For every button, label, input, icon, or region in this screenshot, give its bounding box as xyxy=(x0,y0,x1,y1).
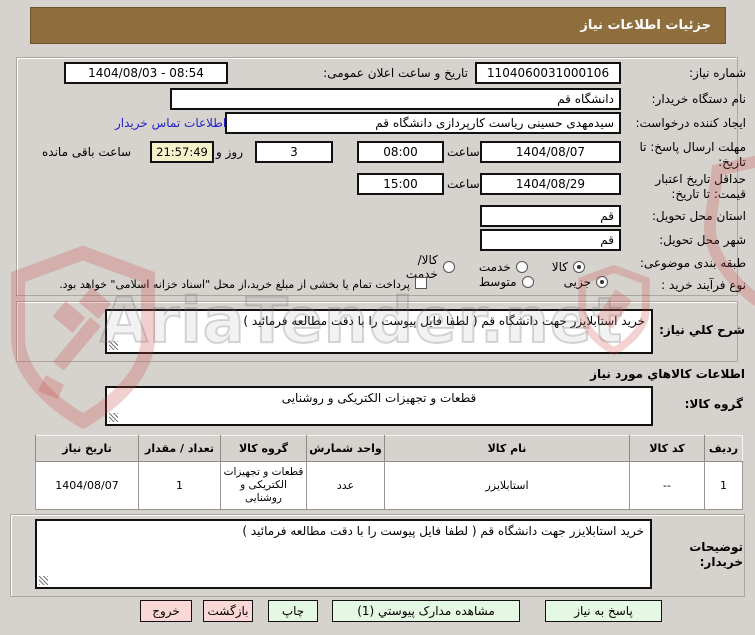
validity-time-field[interactable]: 15:00 xyxy=(357,173,444,195)
goods-group-text: قطعات و تجهیزات الکتریکی و روشنایی xyxy=(281,391,477,405)
back-button[interactable]: بازگشت xyxy=(203,600,253,622)
radio-icon[interactable] xyxy=(515,261,528,273)
goods-group-label: گروه کالا: xyxy=(684,397,743,411)
page-title-bar: جزئیات اطلاعات نیاز xyxy=(30,7,726,44)
buyer-notes-label: توضیحات خریدار: xyxy=(689,540,743,569)
print-button[interactable]: چاپ xyxy=(268,600,318,622)
cell-goods-group: قطعات و تجهیزات الکتریکی و روشنایی xyxy=(220,461,307,510)
radio-icon[interactable] xyxy=(521,276,534,288)
province-label: استان محل تحویل: xyxy=(651,209,746,223)
cell-goods-code: -- xyxy=(629,461,705,510)
category-option-label: خدمت xyxy=(478,260,511,274)
col-quantity: تعداد / مقدار xyxy=(138,435,221,462)
process-option-label: متوسط xyxy=(478,275,517,289)
category-option-goods[interactable]: کالا xyxy=(552,260,585,274)
deadline-hour-label: ساعت xyxy=(447,145,480,159)
creator-label: ایجاد کننده درخواست: xyxy=(635,116,746,130)
price-validity-label: حداقل تاریخ اعتبار قیمت: تا تاریخ: xyxy=(655,172,746,201)
time-left-field: 21:57:49 xyxy=(150,141,214,163)
respond-to-need-button[interactable]: پاسخ به نیاز xyxy=(545,600,662,622)
process-radio-group: جزیی متوسط xyxy=(448,275,608,289)
category-option-service[interactable]: خدمت xyxy=(479,260,528,274)
buyer-contact-link[interactable]: اطلاعات تماس خریدار xyxy=(115,116,226,130)
col-goods-code: کد کالا xyxy=(629,435,705,462)
goods-table: ردیف کد کالا نام کالا واحد شمارش گروه کا… xyxy=(35,435,743,510)
radio-selected-icon[interactable] xyxy=(596,276,608,288)
city-label: شهر محل تحویل: xyxy=(659,233,746,247)
col-need-date: تاریخ نیاز xyxy=(35,435,139,462)
process-option-medium[interactable]: متوسط xyxy=(479,275,534,289)
province-field[interactable]: قم xyxy=(480,205,621,227)
col-unit: واحد شمارش xyxy=(306,435,385,462)
announce-datetime-label: تاریخ و ساعت اعلان عمومی: xyxy=(323,66,468,80)
creator-field[interactable]: سیدمهدی حسینی ریاست کارپردازی دانشگاه قم xyxy=(225,112,621,134)
resize-handle-icon[interactable] xyxy=(109,341,118,350)
days-left-field: 3 xyxy=(255,141,333,163)
validity-date-field[interactable]: 1404/08/29 xyxy=(480,173,621,195)
buyer-notes-text: خرید استابلایزر جهت دانشگاه قم ( لطفا فا… xyxy=(242,524,644,538)
treasury-checkbox[interactable] xyxy=(415,277,427,289)
col-goods-name: نام کالا xyxy=(384,435,630,462)
exit-button[interactable]: خروج xyxy=(140,600,192,622)
need-number-label: شماره نیاز: xyxy=(689,66,746,80)
radio-selected-icon[interactable] xyxy=(573,261,585,273)
resize-handle-icon[interactable] xyxy=(109,413,118,422)
category-option-label: کالا xyxy=(551,260,568,274)
cell-goods-name: استابلایزر xyxy=(384,461,630,510)
cell-row-number: 1 xyxy=(704,461,743,510)
need-details-window: { "title": "جزئیات اطلاعات نیاز", "water… xyxy=(0,0,755,635)
cell-quantity: 1 xyxy=(138,461,221,510)
goods-table-header: ردیف کد کالا نام کالا واحد شمارش گروه کا… xyxy=(35,435,743,462)
city-field[interactable]: قم xyxy=(480,229,621,251)
deadline-date-field[interactable]: 1404/08/07 xyxy=(480,141,621,163)
buyer-org-label: نام دستگاه خریدار: xyxy=(651,92,747,106)
general-desc-label: شرح کلي نیاز: xyxy=(659,323,745,337)
process-option-minor[interactable]: جزیی xyxy=(564,275,608,289)
general-desc-textarea[interactable]: خرید استابلایزر جهت دانشگاه قم ( لطفا فا… xyxy=(105,309,653,354)
cell-unit: عدد xyxy=(306,461,385,510)
remaining-label: ساعت باقی مانده xyxy=(42,145,132,159)
goods-section-header: اطلاعات کالاهاي مورد نياز xyxy=(590,367,745,381)
col-row-number: ردیف xyxy=(704,435,743,462)
need-number-field[interactable]: 1104060031000106 xyxy=(475,62,621,84)
view-attachments-button[interactable]: مشاهده مدارک پیوستي (1) xyxy=(332,600,520,622)
process-option-label: جزیی xyxy=(563,275,591,289)
goods-group-field[interactable]: قطعات و تجهیزات الکتریکی و روشنایی xyxy=(105,386,653,426)
response-deadline-label: مهلت ارسال پاسخ: تا تاریخ: xyxy=(639,140,746,169)
treasury-note-label: پرداخت تمام یا بخشی از مبلغ خرید،از محل … xyxy=(59,278,410,291)
days-and-label: روز و xyxy=(216,145,243,159)
announce-datetime-field[interactable]: 1404/08/03 - 08:54 xyxy=(64,62,228,84)
deadline-time-field[interactable]: 08:00 xyxy=(357,141,444,163)
validity-hour-label: ساعت xyxy=(447,177,480,191)
category-label: طبقه بندی موضوعی: xyxy=(639,256,746,270)
buyer-notes-textarea[interactable]: خرید استابلایزر جهت دانشگاه قم ( لطفا فا… xyxy=(35,519,652,589)
table-row: 1 -- استابلایزر عدد قطعات و تجهیزات الکت… xyxy=(35,461,743,510)
buyer-org-field[interactable]: دانشگاه قم xyxy=(170,88,621,110)
page-title: جزئیات اطلاعات نیاز xyxy=(580,18,711,33)
resize-handle-icon[interactable] xyxy=(39,576,48,585)
general-desc-text: خرید استابلایزر جهت دانشگاه قم ( لطفا فا… xyxy=(243,314,645,328)
process-type-label: نوع فرآیند خرید : xyxy=(661,278,746,292)
col-goods-group: گروه کالا xyxy=(220,435,307,462)
cell-need-date: 1404/08/07 xyxy=(35,461,139,510)
radio-icon[interactable] xyxy=(442,261,455,273)
